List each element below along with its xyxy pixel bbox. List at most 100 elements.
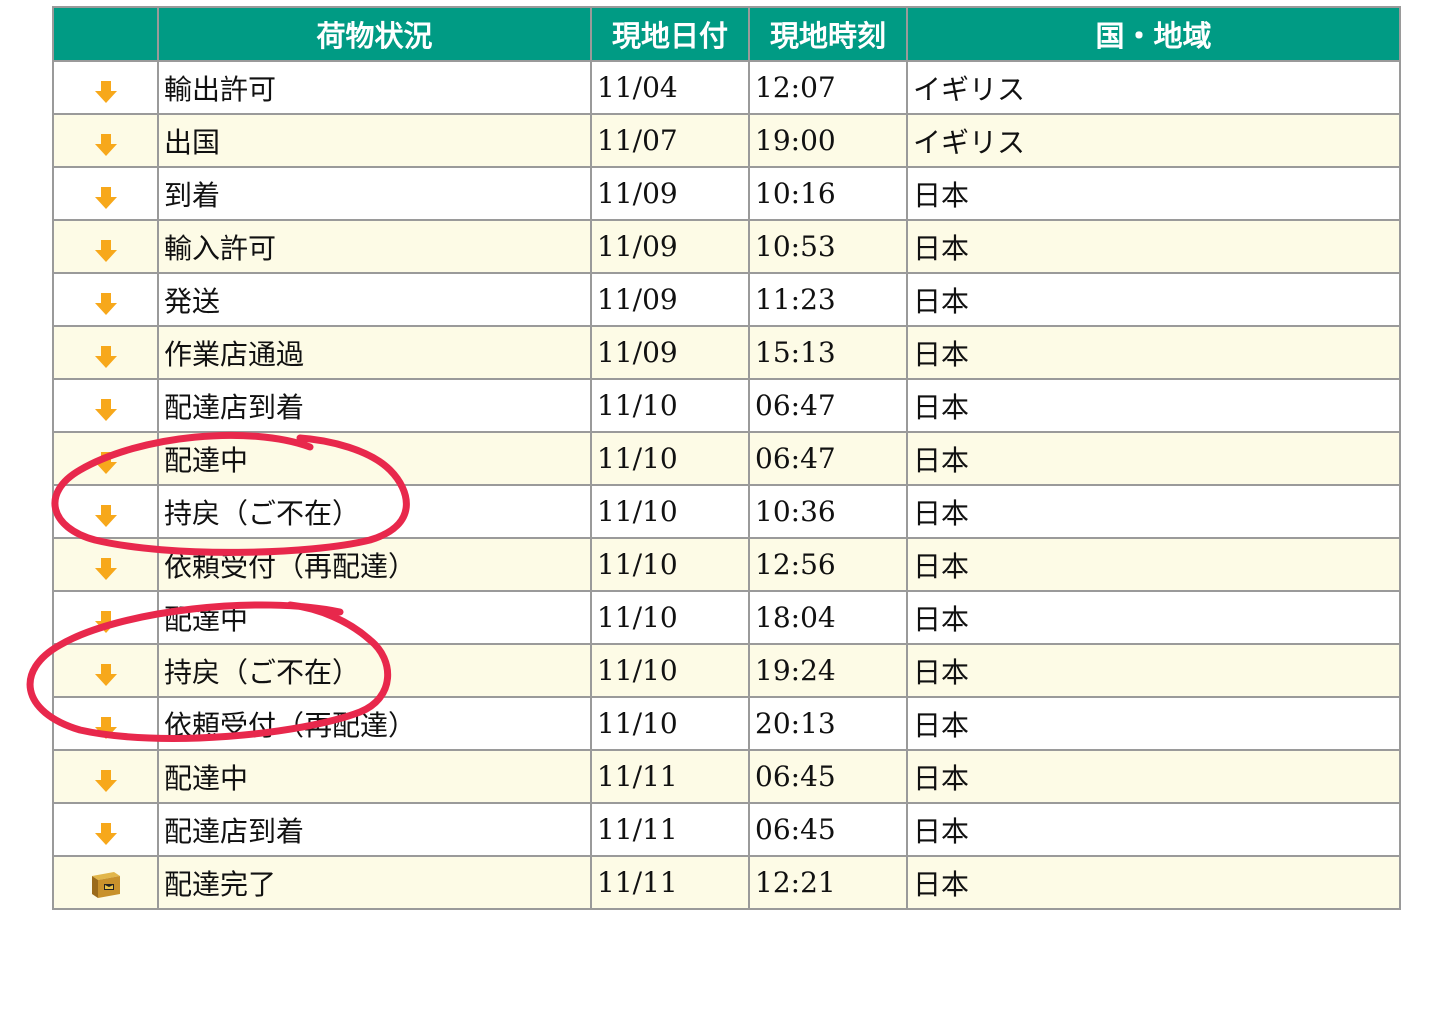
- row-status: 配達店到着: [157, 378, 592, 433]
- row-icon-cell: [52, 802, 159, 857]
- table-row: 配達店到着 11/11 06:45 日本: [52, 802, 1401, 857]
- table-row: 依頼受付（再配達） 11/10 12:56 日本: [52, 537, 1401, 592]
- row-status: 配達完了: [157, 855, 592, 910]
- row-time: 12:07: [748, 60, 908, 115]
- row-icon-cell: [52, 378, 159, 433]
- row-time: 12:56: [748, 537, 908, 592]
- row-region: 日本: [906, 272, 1401, 327]
- row-date: 11/09: [590, 325, 750, 380]
- delivered-box-icon: [90, 868, 122, 900]
- row-status: 輸入許可: [157, 219, 592, 274]
- row-region: 日本: [906, 166, 1401, 221]
- row-region: 日本: [906, 219, 1401, 274]
- table-row: 輸出許可 11/04 12:07 イギリス: [52, 60, 1401, 115]
- row-icon-cell: [52, 166, 159, 221]
- row-time: 19:24: [748, 643, 908, 698]
- row-icon-cell: [52, 431, 159, 486]
- row-time: 10:36: [748, 484, 908, 539]
- down-arrow-icon: [94, 767, 117, 792]
- down-arrow-icon: [94, 184, 117, 209]
- down-arrow-icon: [94, 555, 117, 580]
- row-time: 10:16: [748, 166, 908, 221]
- row-icon-cell: [52, 219, 159, 274]
- row-time: 12:21: [748, 855, 908, 910]
- row-date: 11/10: [590, 537, 750, 592]
- row-region: 日本: [906, 590, 1401, 645]
- row-region: 日本: [906, 696, 1401, 751]
- row-region: 日本: [906, 855, 1401, 910]
- down-arrow-icon: [94, 237, 117, 262]
- table-row: 配達中 11/10 06:47 日本: [52, 431, 1401, 486]
- down-arrow-icon: [94, 608, 117, 633]
- row-region: 日本: [906, 537, 1401, 592]
- table-row: 出国 11/07 19:00 イギリス: [52, 113, 1401, 168]
- row-date: 11/11: [590, 802, 750, 857]
- row-region: 日本: [906, 802, 1401, 857]
- row-region: 日本: [906, 325, 1401, 380]
- row-region: 日本: [906, 643, 1401, 698]
- table-row: 作業店通過 11/09 15:13 日本: [52, 325, 1401, 380]
- row-icon-cell: [52, 643, 159, 698]
- row-status: 依頼受付（再配達）: [157, 537, 592, 592]
- table-row: 配達中 11/10 18:04 日本: [52, 590, 1401, 645]
- down-arrow-icon: [94, 131, 117, 156]
- row-icon-cell: [52, 113, 159, 168]
- row-icon-cell: [52, 272, 159, 327]
- row-region: 日本: [906, 749, 1401, 804]
- row-date: 11/09: [590, 166, 750, 221]
- down-arrow-icon: [94, 449, 117, 474]
- header-icon-column: [52, 6, 159, 62]
- row-region: イギリス: [906, 113, 1401, 168]
- down-arrow-icon: [94, 661, 117, 686]
- row-date: 11/10: [590, 590, 750, 645]
- table-row: 配達店到着 11/10 06:47 日本: [52, 378, 1401, 433]
- row-status: 輸出許可: [157, 60, 592, 115]
- row-date: 11/10: [590, 643, 750, 698]
- table-row: 持戻（ご不在） 11/10 19:24 日本: [52, 643, 1401, 698]
- row-icon-cell: [52, 325, 159, 380]
- table-row: 配達完了 11/11 12:21 日本: [52, 855, 1401, 910]
- row-region: 日本: [906, 431, 1401, 486]
- row-date: 11/09: [590, 272, 750, 327]
- row-region: イギリス: [906, 60, 1401, 115]
- row-date: 11/04: [590, 60, 750, 115]
- row-date: 11/11: [590, 749, 750, 804]
- table-row: 配達中 11/11 06:45 日本: [52, 749, 1401, 804]
- header-status: 荷物状況: [157, 6, 592, 62]
- row-icon-cell: [52, 537, 159, 592]
- row-time: 10:53: [748, 219, 908, 274]
- row-status: 出国: [157, 113, 592, 168]
- row-status: 持戻（ご不在）: [157, 484, 592, 539]
- row-time: 20:13: [748, 696, 908, 751]
- row-region: 日本: [906, 378, 1401, 433]
- row-time: 18:04: [748, 590, 908, 645]
- row-date: 11/11: [590, 855, 750, 910]
- row-date: 11/10: [590, 484, 750, 539]
- down-arrow-icon: [94, 714, 117, 739]
- row-date: 11/09: [590, 219, 750, 274]
- row-date: 11/10: [590, 696, 750, 751]
- row-icon-cell: [52, 749, 159, 804]
- down-arrow-icon: [94, 78, 117, 103]
- table-row: 輸入許可 11/09 10:53 日本: [52, 219, 1401, 274]
- table-row: 到着 11/09 10:16 日本: [52, 166, 1401, 221]
- row-status: 作業店通過: [157, 325, 592, 380]
- header-date: 現地日付: [590, 6, 750, 62]
- row-icon-cell: [52, 590, 159, 645]
- down-arrow-icon: [94, 820, 117, 845]
- row-status: 配達中: [157, 590, 592, 645]
- row-time: 06:47: [748, 378, 908, 433]
- row-status: 持戻（ご不在）: [157, 643, 592, 698]
- row-status: 配達店到着: [157, 802, 592, 857]
- row-time: 06:45: [748, 749, 908, 804]
- table-row: 依頼受付（再配達） 11/10 20:13 日本: [52, 696, 1401, 751]
- row-time: 19:00: [748, 113, 908, 168]
- down-arrow-icon: [94, 290, 117, 315]
- header-region: 国・地域: [906, 6, 1401, 62]
- row-date: 11/10: [590, 378, 750, 433]
- row-status: 配達中: [157, 431, 592, 486]
- row-status: 配達中: [157, 749, 592, 804]
- row-icon-cell: [52, 855, 159, 910]
- down-arrow-icon: [94, 396, 117, 421]
- header-time: 現地時刻: [748, 6, 908, 62]
